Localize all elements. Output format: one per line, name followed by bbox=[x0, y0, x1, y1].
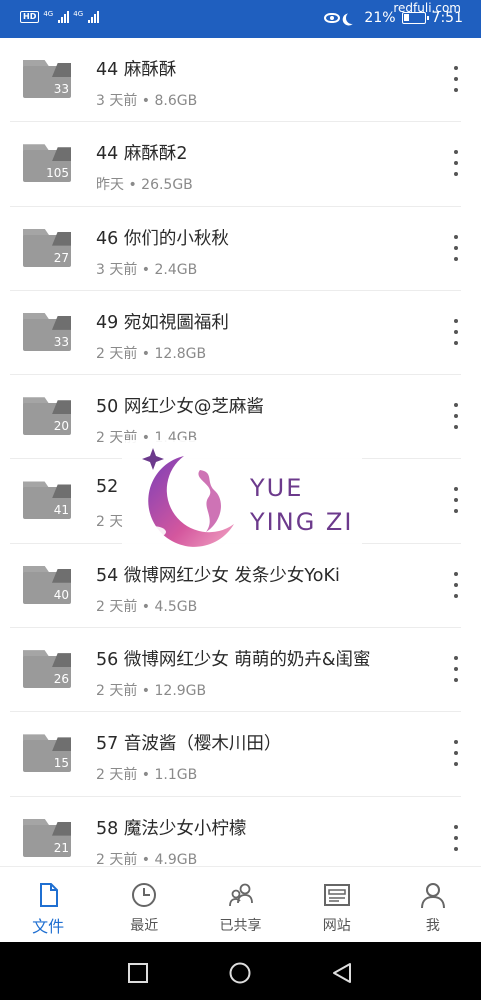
status-bar: HD 4G 4G 21% 7:51 redfuli.com bbox=[0, 0, 481, 38]
tab-recent-label: 最近 bbox=[130, 918, 159, 934]
tab-sites[interactable]: 网站 bbox=[289, 867, 385, 942]
folder-item-count: 33 bbox=[53, 334, 69, 349]
more-options-icon[interactable] bbox=[451, 318, 461, 345]
folder-item-count: 41 bbox=[53, 503, 69, 518]
folder-icon: 27 bbox=[23, 228, 71, 267]
folder-icon: 20 bbox=[23, 397, 71, 436]
status-left: HD 4G 4G bbox=[20, 10, 100, 23]
folder-item-count: 21 bbox=[53, 840, 69, 855]
folder-row[interactable]: 105 44 麻酥酥2 昨天 • 26.5GB bbox=[10, 122, 461, 207]
user-icon bbox=[420, 883, 445, 909]
folder-meta: 2 天前 • 1.1GB bbox=[96, 767, 198, 784]
folder-meta: 3 天前 • 8.6GB bbox=[96, 93, 198, 109]
folder-name: 50 网红少女@芝麻酱 bbox=[96, 397, 264, 418]
folder-item-count: 26 bbox=[53, 672, 69, 687]
logo-text-line1: YUE bbox=[250, 474, 304, 502]
bottom-nav: 文件 最近 已共享 网站 我 bbox=[0, 866, 481, 942]
more-options-icon[interactable] bbox=[451, 571, 461, 598]
folder-name: 58 魔法少女小柠檬 bbox=[96, 818, 247, 839]
network-type-2: 4G bbox=[73, 10, 84, 18]
more-options-icon[interactable] bbox=[451, 234, 461, 261]
clock-icon bbox=[132, 883, 157, 907]
folder-row[interactable]: 27 46 你们的小秋秋 3 天前 • 2.4GB bbox=[10, 207, 461, 291]
folder-name: 54 微博网红少女 发条少女YoKi bbox=[96, 565, 340, 586]
more-options-icon[interactable] bbox=[451, 656, 461, 683]
folder-row[interactable]: 33 49 宛如視圖福利 2 天前 • 12.8GB bbox=[10, 291, 461, 376]
battery-percent: 21% bbox=[364, 10, 396, 26]
back-triangle-icon[interactable] bbox=[331, 962, 353, 984]
folder-row[interactable]: 26 56 微博网红少女 萌萌的奶卉&闺蜜 2 天前 • 12.9GB bbox=[10, 628, 461, 713]
folder-row[interactable]: 33 44 麻酥酥 3 天前 • 8.6GB bbox=[10, 38, 461, 123]
folder-icon: 40 bbox=[23, 565, 71, 604]
crescent-moon-logo-icon bbox=[138, 448, 234, 547]
folder-item-count: 105 bbox=[46, 166, 69, 181]
watermark-logo: YUE YING ZI bbox=[122, 440, 362, 565]
more-options-icon[interactable] bbox=[451, 487, 461, 514]
tab-sites-label: 网站 bbox=[322, 918, 351, 934]
folder-item-count: 27 bbox=[53, 250, 69, 265]
recent-apps-square-icon[interactable] bbox=[127, 962, 149, 984]
tab-files-label: 文件 bbox=[32, 917, 65, 936]
folder-meta: 2 天前 • 12.9GB bbox=[96, 683, 207, 700]
more-options-icon[interactable] bbox=[451, 403, 461, 430]
folder-meta: 2 天前 • 12.8GB bbox=[96, 345, 207, 362]
folder-meta: 昨天 • 26.5GB bbox=[96, 177, 193, 194]
folder-icon: 21 bbox=[23, 818, 71, 857]
system-nav-bar bbox=[0, 942, 481, 1000]
tab-shared-label: 已共享 bbox=[219, 918, 262, 934]
folder-icon: 105 bbox=[23, 144, 71, 183]
signal-icon bbox=[88, 11, 100, 23]
folder-name: 46 你们的小秋秋 bbox=[96, 228, 229, 249]
logo-text-line2: YING ZI bbox=[250, 508, 354, 536]
file-icon bbox=[40, 883, 59, 907]
tab-files[interactable]: 文件 bbox=[0, 867, 96, 942]
tab-me[interactable]: 我 bbox=[385, 867, 481, 942]
website-icon bbox=[323, 884, 350, 906]
folder-icon: 15 bbox=[23, 734, 71, 773]
more-options-icon[interactable] bbox=[451, 824, 461, 851]
do-not-disturb-moon-icon bbox=[345, 11, 359, 25]
folder-item-count: 33 bbox=[53, 82, 69, 96]
folder-meta: 2 天 bbox=[96, 514, 124, 531]
folder-icon: 26 bbox=[23, 650, 71, 689]
folder-item-count: 40 bbox=[53, 587, 69, 602]
eye-comfort-icon bbox=[324, 13, 341, 23]
folder-meta: 3 天前 • 2.4GB bbox=[96, 261, 198, 278]
folder-meta: 2 天前 • 4.5GB bbox=[96, 598, 198, 615]
hd-badge: HD bbox=[20, 11, 40, 23]
more-options-icon[interactable] bbox=[451, 740, 461, 767]
folder-name: 44 麻酥酥 bbox=[96, 60, 177, 80]
signal-icon bbox=[58, 11, 70, 23]
folder-name: 44 麻酥酥2 bbox=[96, 144, 188, 165]
tab-recent[interactable]: 最近 bbox=[96, 867, 192, 942]
watermark: redfuli.com bbox=[393, 1, 461, 15]
tab-me-label: 我 bbox=[425, 918, 440, 934]
folder-row[interactable]: 15 57 音波酱（樱木川田） 2 天前 • 1.1GB bbox=[10, 712, 461, 797]
home-circle-icon[interactable] bbox=[228, 962, 252, 984]
network-type-1: 4G bbox=[43, 10, 54, 18]
folder-item-count: 20 bbox=[53, 419, 69, 434]
folder-icon: 41 bbox=[23, 481, 71, 520]
people-icon bbox=[228, 883, 253, 907]
folder-name: 49 宛如視圖福利 bbox=[96, 312, 229, 333]
folder-name: 57 音波酱（樱木川田） bbox=[96, 734, 282, 755]
folder-name: 52 bbox=[96, 477, 119, 498]
folder-icon: 33 bbox=[23, 60, 71, 98]
folder-name: 56 微博网红少女 萌萌的奶卉&闺蜜 bbox=[96, 650, 371, 671]
more-options-icon[interactable] bbox=[451, 66, 461, 92]
more-options-icon[interactable] bbox=[451, 150, 461, 177]
folder-icon: 33 bbox=[23, 312, 71, 351]
folder-item-count: 15 bbox=[53, 756, 69, 771]
tab-shared[interactable]: 已共享 bbox=[192, 867, 288, 942]
